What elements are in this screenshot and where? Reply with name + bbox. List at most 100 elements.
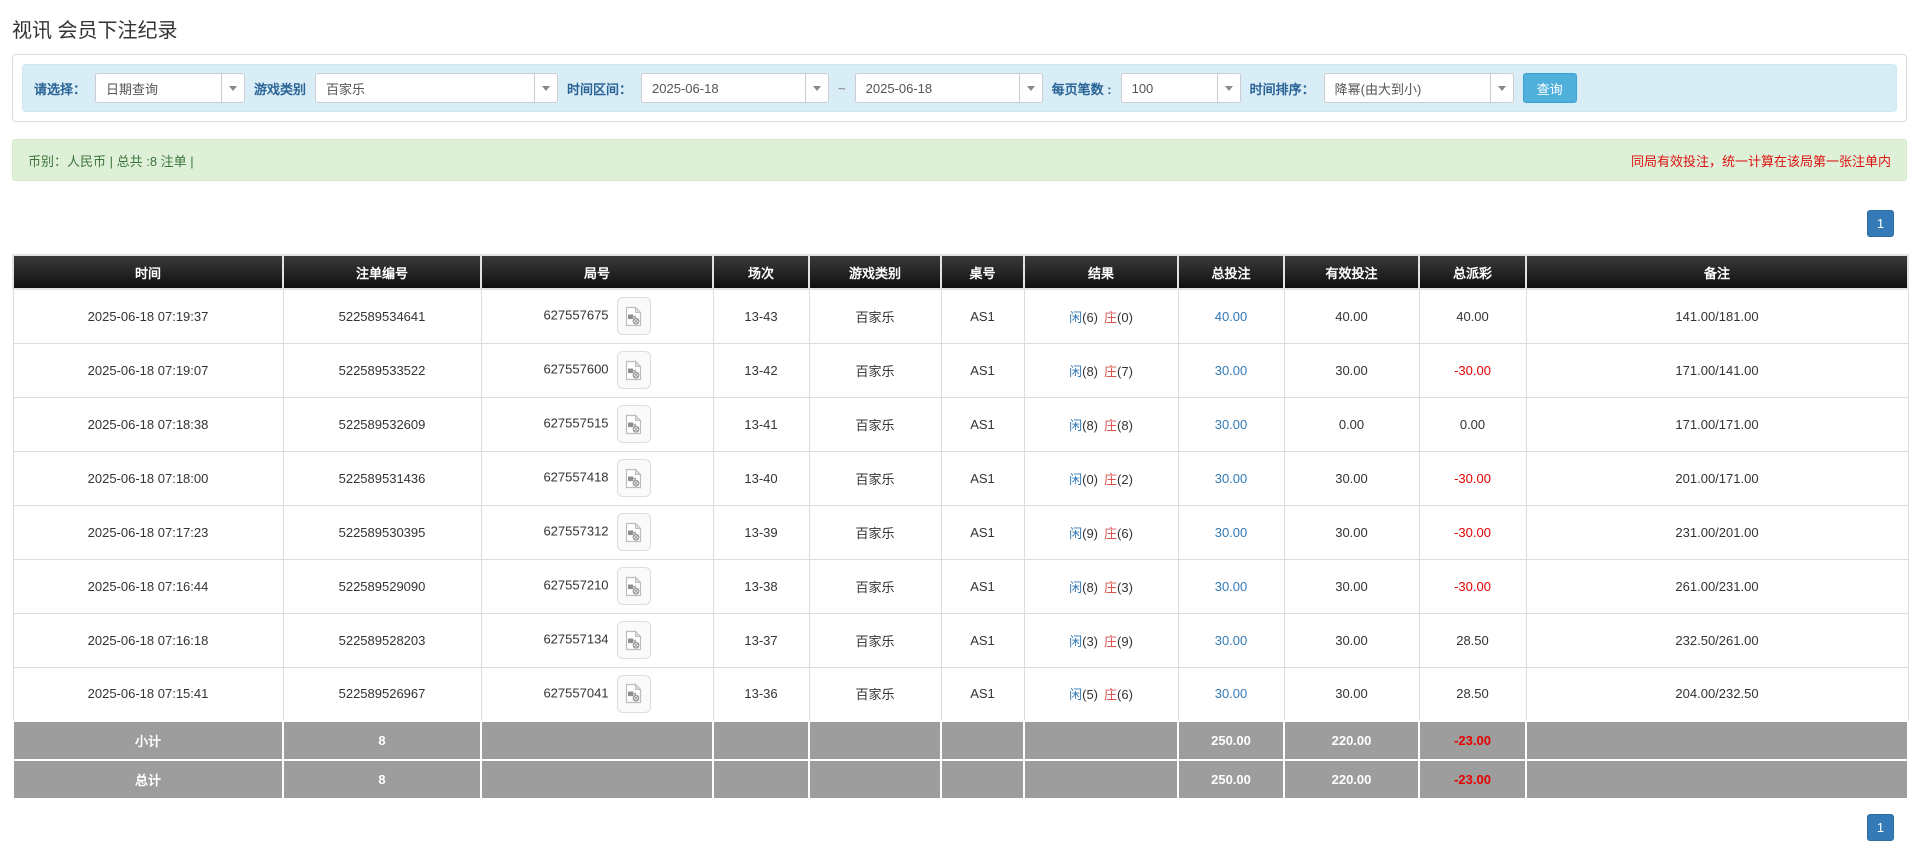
result-player-label: 闲 [1069, 417, 1083, 433]
cell-payout: -30.00 [1418, 558, 1527, 614]
result-banker-score: (2) [1117, 471, 1133, 487]
date-range-tilde: ~ [838, 80, 846, 96]
cell-game-type: 百家乐 [808, 288, 942, 344]
page-1-button[interactable]: 1 [1867, 210, 1894, 237]
table-row: 2025-06-18 07:15:41 522589526967 6275570… [12, 666, 1909, 722]
cell-remark: 232.50/261.00 [1525, 612, 1909, 668]
header-session: 场次 [712, 254, 810, 290]
cell-bet-id: 522589532609 [282, 396, 482, 452]
header-total-bet: 总投注 [1177, 254, 1285, 290]
pagination-top: 1 [12, 210, 1907, 237]
result-banker-label: 庄 [1104, 471, 1118, 487]
cell-game-type: 百家乐 [808, 504, 942, 560]
cell-result: 闲(3) 庄(9) [1023, 612, 1179, 668]
cell-payout: 28.50 [1418, 612, 1527, 668]
total-bet-link[interactable]: 40.00 [1215, 309, 1248, 324]
cell-valid-bet: 0.00 [1283, 396, 1420, 452]
video-replay-button[interactable] [616, 297, 651, 336]
total-bet-link[interactable]: 30.00 [1215, 363, 1248, 378]
cell-table-no: AS1 [940, 450, 1025, 506]
total-bet-link[interactable]: 30.00 [1215, 471, 1248, 486]
cell-round: 627557675 [480, 288, 714, 344]
header-game-type: 游戏类别 [808, 254, 942, 290]
result-player-score: (8) [1082, 579, 1098, 595]
page-1-button-bottom[interactable]: 1 [1867, 814, 1894, 841]
date-from-select[interactable]: 2025-06-18 [641, 73, 830, 103]
video-replay-button[interactable] [616, 405, 651, 443]
cell-game-type: 百家乐 [808, 396, 942, 452]
result-banker-score: (3) [1117, 579, 1133, 595]
search-button[interactable]: 查询 [1522, 73, 1577, 103]
total-bet-link[interactable]: 30.00 [1215, 686, 1248, 701]
date-to-value: 2025-06-18 [865, 80, 933, 96]
total-bet-link[interactable]: 30.00 [1215, 579, 1248, 594]
round-number: 627557515 [543, 415, 609, 431]
round-number: 627557210 [543, 577, 609, 593]
result-player-score: (6) [1082, 309, 1098, 325]
result-banker-label: 庄 [1104, 309, 1118, 325]
cell-result: 闲(8) 庄(8) [1023, 396, 1179, 452]
result-banker-label: 庄 [1104, 525, 1118, 541]
time-range-label: 时间区间： [567, 81, 633, 97]
page-size-select[interactable]: 100 [1120, 73, 1241, 103]
query-type-select[interactable]: 日期查询 [95, 73, 246, 103]
cell-valid-bet: 30.00 [1283, 450, 1420, 506]
cell-game-type: 百家乐 [808, 342, 942, 398]
header-payout: 总派彩 [1418, 254, 1527, 290]
cell-result: 闲(9) 庄(6) [1023, 504, 1179, 560]
subtotal-label: 小计 [12, 720, 284, 761]
chevron-down-icon [221, 74, 244, 102]
cell-round: 627557312 [480, 504, 714, 560]
header-time: 时间 [12, 254, 284, 290]
cell-payout: 40.00 [1418, 288, 1527, 344]
result-player-label: 闲 [1069, 471, 1083, 487]
header-result: 结果 [1023, 254, 1179, 290]
total-bet-link[interactable]: 30.00 [1215, 417, 1248, 432]
video-replay-button[interactable] [616, 567, 651, 605]
result-player-label: 闲 [1069, 579, 1083, 595]
total-total-bet: 250.00 [1177, 759, 1285, 800]
table-row: 2025-06-18 07:19:07 522589533522 6275576… [12, 342, 1909, 398]
video-replay-button[interactable] [616, 459, 651, 497]
cell-total-bet: 30.00 [1177, 504, 1285, 560]
header-table-no: 桌号 [940, 254, 1025, 290]
cell-total-bet: 30.00 [1177, 612, 1285, 668]
game-type-select[interactable]: 百家乐 [315, 73, 559, 103]
video-replay-button[interactable] [616, 351, 651, 389]
result-banker-score: (6) [1117, 687, 1133, 703]
video-replay-button[interactable] [616, 674, 651, 713]
round-number: 627557134 [543, 631, 609, 647]
sort-order-select[interactable]: 降幂(由大到小) [1323, 73, 1514, 103]
cell-valid-bet: 40.00 [1283, 288, 1420, 344]
sort-order-value: 降幂(由大到小) [1334, 81, 1422, 97]
video-replay-button[interactable] [616, 513, 651, 551]
header-valid-bet: 有效投注 [1283, 254, 1420, 290]
cell-valid-bet: 30.00 [1283, 666, 1420, 722]
video-file-icon [625, 575, 642, 597]
total-valid-bet: 220.00 [1283, 759, 1420, 800]
video-file-icon [625, 521, 642, 543]
table-footer: 小计 8 250.00 220.00 -23.00 总计 8 250.00 22… [12, 720, 1909, 800]
cell-time: 2025-06-18 07:17:23 [12, 504, 284, 560]
date-to-select[interactable]: 2025-06-18 [854, 73, 1043, 103]
cell-total-bet: 30.00 [1177, 396, 1285, 452]
video-replay-button[interactable] [616, 621, 651, 659]
cell-payout: 0.00 [1418, 396, 1527, 452]
grand-total-row: 总计 8 250.00 220.00 -23.00 [12, 759, 1909, 800]
cell-session: 13-37 [712, 612, 810, 668]
cell-bet-id: 522589531436 [282, 450, 482, 506]
page: 视讯 会员下注纪录 请选择： 日期查询 游戏类别 百家乐 时间区间： 2025-… [0, 14, 1919, 841]
video-file-icon [625, 359, 642, 381]
result-player-score: (8) [1082, 417, 1098, 433]
cell-valid-bet: 30.00 [1283, 612, 1420, 668]
cell-result: 闲(6) 庄(0) [1023, 288, 1179, 344]
cell-total-bet: 30.00 [1177, 342, 1285, 398]
total-bet-link[interactable]: 30.00 [1215, 525, 1248, 540]
round-number: 627557600 [543, 361, 609, 377]
result-banker-score: (6) [1117, 525, 1133, 541]
subtotal-valid-bet: 220.00 [1283, 720, 1420, 761]
result-banker-label: 庄 [1104, 363, 1118, 379]
result-player-score: (3) [1082, 633, 1098, 649]
cell-round: 627557600 [480, 342, 714, 398]
total-bet-link[interactable]: 30.00 [1215, 633, 1248, 648]
